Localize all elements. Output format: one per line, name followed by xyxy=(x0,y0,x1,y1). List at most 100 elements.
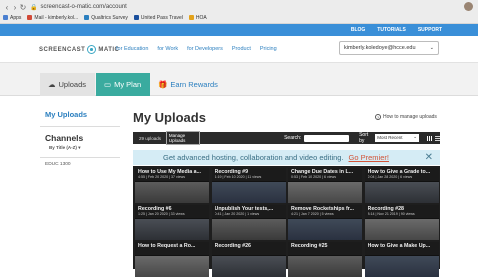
upload-title[interactable]: Recording #26 xyxy=(215,243,283,249)
upload-card[interactable]: Remove Rocketships fr... 4:21 | Jan 7 202… xyxy=(288,205,362,240)
upload-card[interactable]: Recording #9 1:19 | Feb 10 2020 | 11 view… xyxy=(211,168,286,203)
manage-uploads-button[interactable]: Manage Uploads xyxy=(165,131,201,145)
upload-card-header: How to Give a Make Up... xyxy=(364,242,439,255)
bookmark-label: Qualtrics Survey xyxy=(91,14,128,21)
bookmark-label: United Pass Travel xyxy=(140,14,183,21)
video-thumbnail[interactable] xyxy=(211,181,286,203)
url-text[interactable]: screencast-o-matic.com/account xyxy=(40,4,126,10)
back-icon[interactable]: ‹ xyxy=(3,3,11,12)
bookmark-item[interactable]: Apps xyxy=(3,15,21,21)
uploads-grid: How to Use My Media a... 4:55 | Feb 20 20… xyxy=(133,166,440,277)
upload-card[interactable]: Change Due Dates in L... 0:53 | Feb 10 20… xyxy=(288,168,362,203)
upload-card[interactable]: Recording #26 xyxy=(211,242,286,277)
upload-title[interactable]: How to Give a Make Up... xyxy=(368,243,436,249)
video-thumbnail[interactable] xyxy=(135,181,209,203)
upload-card[interactable]: How to Use My Media a... 4:55 | Feb 20 20… xyxy=(135,168,209,203)
upload-card-header: Recording #9 1:19 | Feb 10 2020 | 11 view… xyxy=(211,168,286,181)
reload-icon[interactable]: ↻ xyxy=(19,3,27,12)
search-input[interactable] xyxy=(304,134,350,142)
bookmark-item[interactable]: United Pass Travel xyxy=(133,14,183,21)
how-to-manage-link[interactable]: ? How to manage uploads xyxy=(375,114,437,120)
tab-uploads-label: Uploads xyxy=(58,80,87,89)
bookmarks-bar: Apps Mail - kimberly.kol... Qualtrics Surv… xyxy=(3,13,207,22)
go-premier-link[interactable]: Go Premier! xyxy=(349,153,389,162)
upload-meta: 0:53 | Feb 10 2020 | 6 views xyxy=(291,175,337,179)
upload-card[interactable]: How to Request a Ro... xyxy=(135,242,209,277)
gift-icon: 🎁 xyxy=(158,80,168,89)
bookmark-item[interactable]: HOA xyxy=(188,15,207,21)
video-thumbnail[interactable] xyxy=(364,181,439,203)
site-logo[interactable]: SCREENCAST MATIC xyxy=(39,45,119,54)
upload-card-header: Recording #28 8:14 | Nov 21 2019 | 90 vie… xyxy=(364,205,439,218)
tab-earn-rewards[interactable]: 🎁 Earn Rewards xyxy=(150,73,230,96)
nav-education[interactable]: for Education xyxy=(116,46,148,52)
page-title: My Uploads xyxy=(133,110,206,125)
nav-product[interactable]: Product xyxy=(232,46,251,52)
video-thumbnail[interactable] xyxy=(288,181,362,203)
video-thumbnail[interactable] xyxy=(211,255,286,277)
channels-sort[interactable]: By Title (A-Z) ▾ xyxy=(49,145,120,151)
list-view-icon[interactable] xyxy=(435,135,441,141)
logo-text-left: SCREENCAST xyxy=(39,46,86,53)
upload-card[interactable]: How to Give a Make Up... xyxy=(364,242,439,277)
chevron-down-icon: ⌄ xyxy=(429,45,434,51)
logo-ring-icon xyxy=(87,45,97,54)
how-to-manage-label: How to manage uploads xyxy=(383,114,437,120)
blog-link[interactable]: BLOG xyxy=(351,27,365,33)
account-tabs: ☁ Uploads ▭ My Plan 🎁 Earn Rewards xyxy=(0,63,478,96)
uploads-toolbar: 29 uploads Manage Uploads Search: Sort b… xyxy=(133,131,441,145)
video-thumbnail[interactable] xyxy=(364,218,439,240)
bookmark-icon xyxy=(188,15,194,20)
support-link[interactable]: SUPPORT xyxy=(418,27,442,33)
upload-card[interactable]: Unpublish Your tests,... 0:41 | Jan 20 20… xyxy=(211,205,286,240)
video-thumbnail[interactable] xyxy=(288,255,362,277)
tab-earn-rewards-label: Earn Rewards xyxy=(170,80,218,89)
tutorials-link[interactable]: TUTORIALS xyxy=(377,27,406,33)
video-thumbnail[interactable] xyxy=(135,255,209,277)
divider xyxy=(40,157,120,158)
upload-card-header: How to Use My Media a... 4:55 | Feb 20 20… xyxy=(135,168,209,181)
close-icon[interactable]: ✕ xyxy=(425,152,433,163)
sidebar-my-uploads[interactable]: My Uploads xyxy=(45,110,120,119)
upload-card-header: Recording #6 1:25 | Jan 20 2020 | 33 view… xyxy=(135,205,209,218)
promo-text: Get advanced hosting, collaboration and … xyxy=(163,153,344,162)
upload-card[interactable]: Recording #6 1:25 | Jan 20 2020 | 33 view… xyxy=(135,205,209,240)
bookmark-item[interactable]: Qualtrics Survey xyxy=(84,15,128,21)
video-thumbnail[interactable] xyxy=(364,255,439,277)
bookmark-icon xyxy=(3,15,8,20)
upload-card[interactable]: Recording #28 8:14 | Nov 21 2019 | 90 vie… xyxy=(364,205,439,240)
profile-avatar[interactable] xyxy=(464,2,473,11)
nav-work[interactable]: for Work xyxy=(157,46,178,52)
tab-my-plan[interactable]: ▭ My Plan xyxy=(96,73,150,96)
account-email: kimberly.koledoye@hcce.edu xyxy=(344,45,416,51)
lock-icon: 🔒 xyxy=(30,4,38,11)
upload-meta: 4:55 | Feb 20 2020 | 37 views xyxy=(138,175,186,179)
account-dropdown[interactable]: kimberly.koledoye@hcce.edu ⌄ xyxy=(339,41,439,55)
sidebar: My Uploads Channels By Title (A-Z) ▾ EDU… xyxy=(40,110,120,167)
video-thumbnail[interactable] xyxy=(135,218,209,240)
video-thumbnail[interactable] xyxy=(288,218,362,240)
forward-icon[interactable]: › xyxy=(11,3,19,12)
upload-card[interactable]: How to Give a Grade to... 2:04 | Jan 28 2… xyxy=(364,168,439,203)
nav-developers[interactable]: for Developers xyxy=(187,46,223,52)
nav-pricing[interactable]: Pricing xyxy=(260,46,277,52)
upload-card-header: Recording #25 xyxy=(288,242,362,255)
address-bar[interactable]: ‹ › ↻ 🔒 screencast-o-matic.com/account xyxy=(3,2,458,12)
upload-card-header: How to Give a Grade to... 2:04 | Jan 28 2… xyxy=(364,168,439,181)
grid-view-icon[interactable] xyxy=(427,135,433,141)
upload-card-header: Recording #26 xyxy=(211,242,286,255)
upload-title[interactable]: Recording #25 xyxy=(291,243,359,249)
channels-heading: Channels xyxy=(45,133,84,143)
upload-card[interactable]: Recording #25 xyxy=(288,242,362,277)
tab-uploads[interactable]: ☁ Uploads xyxy=(40,73,95,96)
video-thumbnail[interactable] xyxy=(211,218,286,240)
bookmark-icon xyxy=(84,15,90,20)
channel-item[interactable]: EDUC 1300 xyxy=(45,162,120,167)
caret-down-icon: ▾ xyxy=(78,145,81,150)
upload-title[interactable]: How to Request a Ro... xyxy=(138,243,206,249)
utility-nav: BLOG TUTORIALS SUPPORT xyxy=(0,24,478,36)
bookmark-item[interactable]: Mail - kimberly.kol... xyxy=(27,15,78,21)
upload-card-header: Change Due Dates in L... 0:53 | Feb 10 20… xyxy=(288,168,362,181)
sort-select[interactable]: Most Recent ⌄ xyxy=(375,134,420,142)
upload-meta: 4:21 | Jan 7 2020 | 5 views xyxy=(291,212,334,216)
